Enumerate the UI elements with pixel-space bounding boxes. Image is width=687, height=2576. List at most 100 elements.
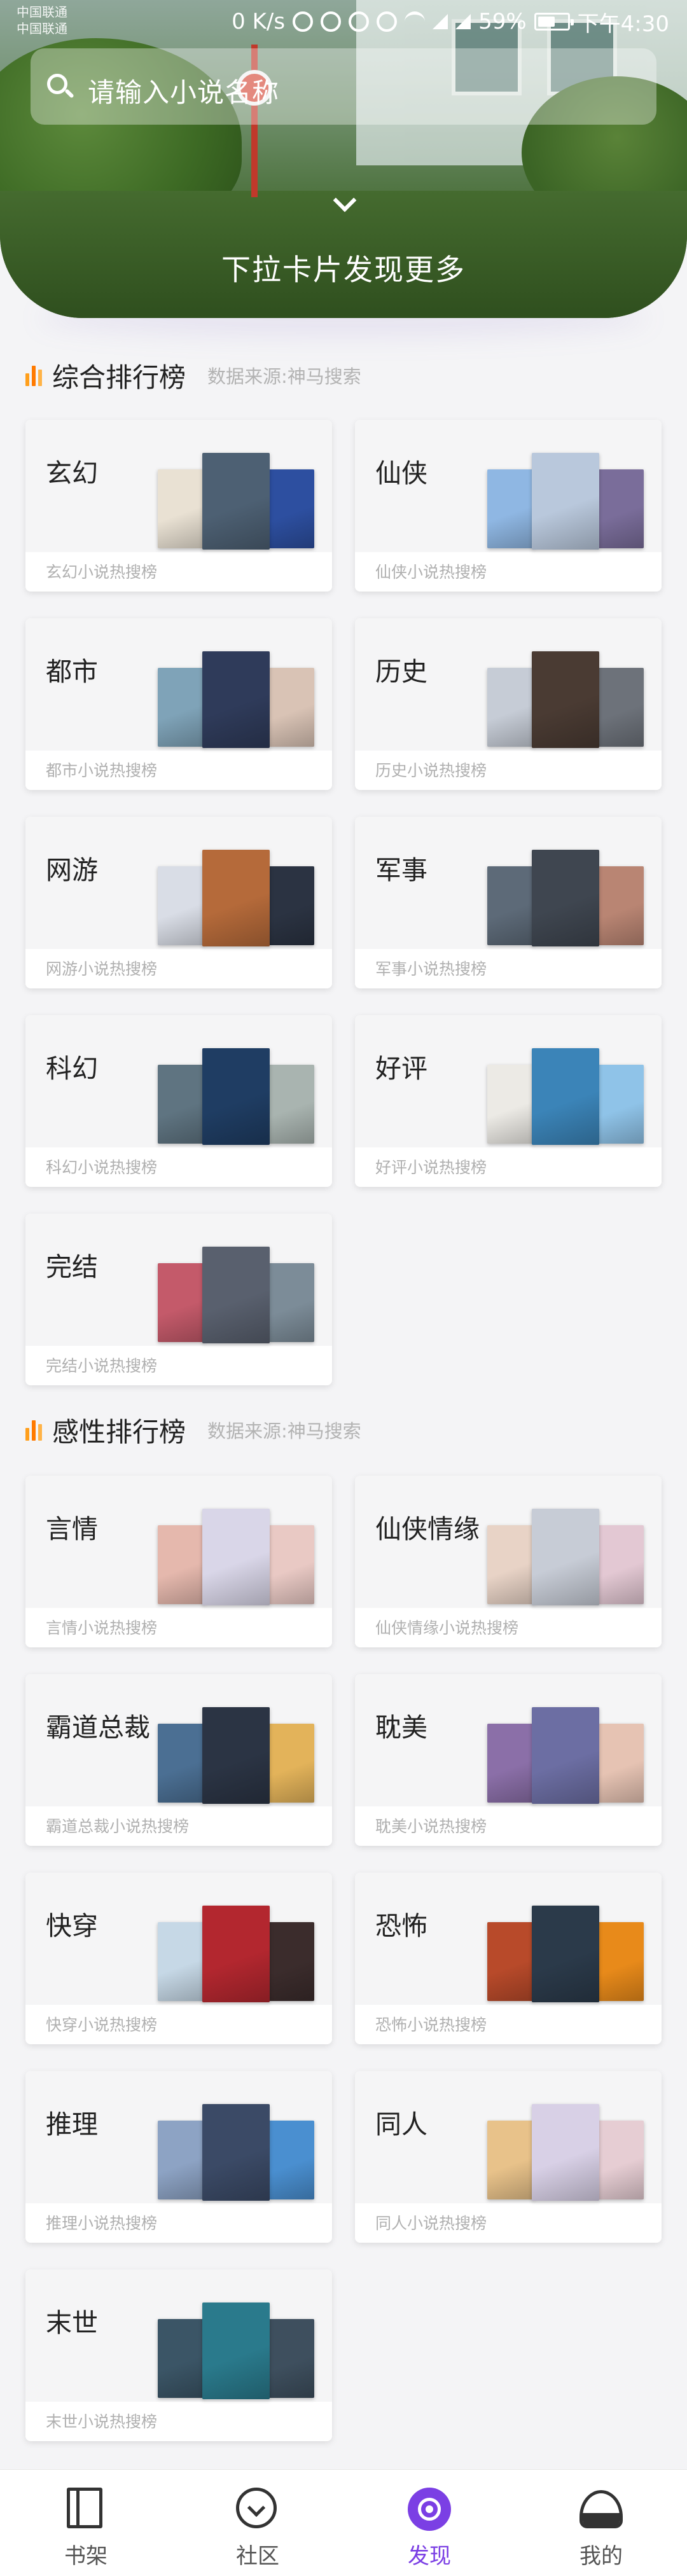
card-title: 科幻 — [46, 1053, 98, 1084]
ranking-card[interactable]: 恐怖 恐怖小说热搜榜 — [355, 1873, 662, 2044]
card-subtitle: 霸道总裁小说热搜榜 — [46, 1817, 190, 1836]
alarm-icon — [349, 11, 370, 32]
chevron-down-icon — [331, 191, 356, 216]
book-cover-image — [158, 469, 205, 548]
card-subtitle: 末世小说热搜榜 — [46, 2413, 158, 2431]
book-cover-image — [598, 866, 644, 945]
ranking-card[interactable]: 完结 完结小说热搜榜 — [25, 1214, 332, 1385]
book-cover-image — [202, 651, 270, 748]
search-icon — [47, 74, 74, 99]
nav-label: 发现 — [408, 2544, 451, 2569]
nav-discover[interactable]: 发现 — [344, 2470, 515, 2576]
book-cover-image — [598, 1724, 644, 1803]
book-covers — [158, 1707, 317, 1806]
section-title: 感性排行榜 — [52, 1416, 186, 1448]
ranking-card[interactable]: 历史 历史小说热搜榜 — [355, 618, 662, 790]
ranking-bars-icon — [25, 1419, 43, 1441]
book-covers — [487, 850, 646, 949]
ranking-card[interactable]: 推理 推理小说热搜榜 — [25, 2071, 332, 2243]
clock: 下午4:30 — [577, 11, 669, 37]
book-covers — [158, 1906, 317, 2005]
ranking-card[interactable]: 言情 言情小说热搜榜 — [25, 1476, 332, 1647]
book-cover-image — [532, 453, 599, 550]
book-cover-image — [598, 1065, 644, 1144]
wifi-icon — [405, 11, 426, 32]
section-header-emotional: 感性排行榜 数据来源:神马搜索 — [25, 1411, 361, 1449]
book-covers — [158, 1247, 317, 1346]
ranking-card[interactable]: 都市 都市小说热搜榜 — [25, 618, 332, 790]
book-covers — [487, 1906, 646, 2005]
card-subtitle: 玄幻小说热搜榜 — [46, 563, 158, 581]
book-cover-image — [268, 1922, 314, 2001]
ranking-card[interactable]: 耽美 耽美小说热搜榜 — [355, 1674, 662, 1846]
book-covers — [158, 453, 317, 552]
nav-label: 我的 — [579, 2544, 623, 2569]
pull-down-hint: 下拉卡片发现更多 — [221, 253, 466, 287]
book-cover-image — [158, 1065, 205, 1144]
book-cover-image — [487, 866, 534, 945]
nav-bookshelf[interactable]: 书架 — [0, 2470, 172, 2576]
ranking-card[interactable]: 科幻 科幻小说热搜榜 — [25, 1015, 332, 1187]
book-covers — [487, 651, 646, 751]
section-title: 综合排行榜 — [52, 361, 186, 393]
ranking-card[interactable]: 好评 好评小说热搜榜 — [355, 1015, 662, 1187]
book-covers — [158, 2302, 317, 2402]
ranking-card[interactable]: 网游 网游小说热搜榜 — [25, 817, 332, 988]
ranking-card[interactable]: 仙侠情缘 仙侠情缘小说热搜榜 — [355, 1476, 662, 1647]
book-cover-image — [202, 1048, 270, 1145]
book-covers — [487, 1509, 646, 1608]
ranking-card[interactable]: 军事 军事小说热搜榜 — [355, 817, 662, 988]
card-title: 好评 — [375, 1053, 427, 1084]
battery-level — [538, 17, 555, 27]
card-subtitle: 军事小说热搜榜 — [375, 960, 487, 978]
search-input[interactable]: 请输入小说名称 — [31, 48, 656, 125]
book-cover-image — [158, 2319, 205, 2398]
book-cover-image — [202, 850, 270, 946]
battery-percent: 59% — [478, 9, 527, 34]
book-covers — [487, 1048, 646, 1147]
discover-icon — [408, 2488, 451, 2531]
card-title: 推理 — [46, 2109, 98, 2140]
book-cover-image — [532, 2104, 599, 2201]
ranking-card[interactable]: 快穿 快穿小说热搜榜 — [25, 1873, 332, 2044]
card-title: 耽美 — [375, 1712, 427, 1743]
status-bar: 中国联通 中国联通 0 K/s 59% 下午4:30 — [0, 0, 687, 42]
book-covers — [158, 1048, 317, 1147]
nav-community[interactable]: 社区 — [172, 2470, 344, 2576]
ranking-card[interactable]: 同人 同人小说热搜榜 — [355, 2071, 662, 2243]
carrier-label: 中国联通 — [17, 4, 67, 20]
signal-4g-icon — [433, 14, 448, 29]
ranking-bars-icon — [25, 364, 43, 386]
card-subtitle: 同人小说热搜榜 — [375, 2214, 487, 2233]
card-title: 军事 — [375, 855, 427, 885]
card-subtitle: 仙侠情缘小说热搜榜 — [375, 1619, 519, 1637]
book-cover-image — [268, 1065, 314, 1144]
book-cover-image — [202, 1509, 270, 1605]
card-subtitle: 恐怖小说热搜榜 — [375, 2016, 487, 2034]
network-speed: 0 K/s — [232, 9, 286, 34]
ranking-card[interactable]: 仙侠 仙侠小说热搜榜 — [355, 420, 662, 592]
card-subtitle: 言情小说热搜榜 — [46, 1619, 158, 1637]
ranking-card[interactable]: 玄幻 玄幻小说热搜榜 — [25, 420, 332, 592]
bottom-nav: 书架 社区 发现 我的 — [0, 2469, 687, 2576]
book-cover-image — [598, 1922, 644, 2001]
book-covers — [158, 850, 317, 949]
hero-banner[interactable]: 中国联通 中国联通 0 K/s 59% 下午4:30 请输入小说名称 下拉卡片发… — [0, 0, 687, 318]
book-cover-image — [487, 469, 534, 548]
book-cover-image — [158, 1263, 205, 1342]
book-cover-image — [532, 1707, 599, 1804]
nav-profile[interactable]: 我的 — [515, 2470, 687, 2576]
book-cover-image — [532, 1509, 599, 1605]
book-cover-image — [598, 1525, 644, 1604]
book-cover-image — [158, 1525, 205, 1604]
book-cover-image — [268, 1263, 314, 1342]
discover-page: 中国联通 中国联通 0 K/s 59% 下午4:30 请输入小说名称 下拉卡片发… — [0, 0, 687, 2576]
section-source: 数据来源:神马搜索 — [207, 366, 361, 387]
bookshelf-icon — [64, 2488, 108, 2531]
ranking-card[interactable]: 末世 末世小说热搜榜 — [25, 2269, 332, 2441]
book-cover-image — [268, 2319, 314, 2398]
ranking-card[interactable]: 霸道总裁 霸道总裁小说热搜榜 — [25, 1674, 332, 1846]
profile-icon — [579, 2488, 623, 2531]
nav-label: 书架 — [64, 2544, 108, 2569]
ranking-grid-emotional: 言情 言情小说热搜榜 仙侠情缘 仙侠情缘小说热搜榜 霸道总裁 霸道总裁小说热搜榜 耽美 耽美小… — [25, 1476, 662, 2449]
